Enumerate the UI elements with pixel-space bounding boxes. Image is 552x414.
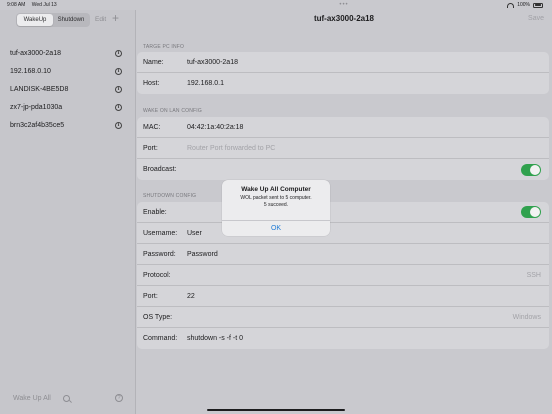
sidebar: WakeUp Shutdown Edit + tuf-ax3000-2a18 i… — [0, 10, 136, 414]
host-name: 192.168.0.10 — [10, 67, 51, 75]
broadcast-label: Broadcast: — [143, 166, 177, 173]
wol-group: MAC: 04:42:1a:40:2a:18 Port: Router Port… — [137, 117, 549, 180]
command-label: Command: — [143, 335, 178, 342]
alert-message: WOL packet sent to 5 computer. 5 succeed… — [222, 195, 330, 209]
host-name: zx7-jp-pda1030a — [10, 103, 63, 111]
mac-field[interactable]: 04:42:1a:40:2a:18 — [187, 124, 243, 131]
shutdown-port-field[interactable]: 22 — [187, 293, 195, 300]
status-date: Wed Jul 13 — [31, 2, 57, 8]
mac-row[interactable]: MAC: 04:42:1a:40:2a:18 — [137, 117, 549, 138]
wol-port-row[interactable]: Port: Router Port forwarded to PC — [137, 138, 549, 159]
home-indicator[interactable] — [207, 408, 345, 411]
password-field[interactable]: Password — [187, 251, 218, 258]
segment-wakeup[interactable]: WakeUp — [17, 14, 53, 26]
mac-label: MAC: — [143, 123, 161, 131]
password-row[interactable]: Password: Password — [137, 244, 549, 265]
shutdown-port-label: Port: — [143, 292, 158, 300]
section-header-shutdown: SHUTDOWN CONFIG — [143, 193, 197, 199]
password-label: Password: — [143, 250, 176, 258]
save-button[interactable]: Save — [528, 15, 544, 22]
username-row[interactable]: Username: User — [137, 223, 549, 244]
section-header-target: TARGE PC INFO — [143, 44, 185, 50]
target-group: Name: tuf-ax3000-2a18 Host: 192.168.0.1 — [137, 52, 549, 94]
username-label: Username: — [143, 229, 178, 237]
list-item[interactable]: tuf-ax3000-2a18 i — [0, 44, 135, 62]
wake-up-all-button[interactable]: Wake Up All — [13, 395, 51, 402]
os-type-value[interactable]: Windows — [513, 314, 541, 321]
host-name: LANDISK-4BE5D8 — [10, 85, 69, 93]
command-field[interactable]: shutdown -s -f -t 0 — [187, 335, 243, 342]
help-icon[interactable]: ? — [115, 394, 123, 402]
info-icon[interactable]: i — [115, 67, 122, 75]
alert-message-line-2: 5 succeed. — [263, 202, 289, 208]
broadcast-toggle[interactable] — [521, 163, 541, 176]
enable-label: Enable: — [143, 208, 167, 216]
search-icon[interactable] — [62, 394, 70, 402]
wol-port-label: Port: — [143, 144, 158, 152]
name-row[interactable]: Name: tuf-ax3000-2a18 — [137, 52, 549, 73]
host-name: brn3c2af4b35ce5 — [10, 121, 65, 129]
sidebar-footer: Wake Up All ? — [13, 394, 123, 402]
host-name: tuf-ax3000-2a18 — [10, 49, 61, 57]
host-row[interactable]: Host: 192.168.0.1 — [137, 73, 549, 94]
os-type-row[interactable]: OS Type: Windows — [137, 307, 549, 328]
host-list: tuf-ax3000-2a18 i 192.168.0.10 i LANDISK… — [0, 44, 135, 134]
info-icon[interactable]: i — [115, 103, 122, 111]
status-time: 9:08 AM — [7, 2, 26, 8]
status-left: 9:08 AM Wed Jul 13 — [7, 2, 62, 8]
os-type-label: OS Type: — [143, 313, 173, 321]
info-icon[interactable]: i — [115, 49, 122, 57]
shutdown-group: Enable: Username: User Password: Passwor… — [137, 202, 549, 349]
host-field[interactable]: 192.168.0.1 — [187, 80, 224, 87]
page-title: tuf-ax3000-2a18 — [313, 14, 375, 23]
protocol-label: Protocol: — [143, 271, 171, 279]
shutdown-port-row[interactable]: Port: 22 — [137, 286, 549, 307]
enable-row: Enable: — [137, 202, 549, 223]
list-item[interactable]: 192.168.0.10 i — [0, 62, 135, 80]
edit-button[interactable]: Edit — [95, 16, 106, 23]
multitask-dots-icon[interactable]: ••• — [136, 2, 552, 8]
protocol-row[interactable]: Protocol: SSH — [137, 265, 549, 286]
protocol-value[interactable]: SSH — [527, 272, 541, 279]
enable-toggle[interactable] — [521, 206, 541, 218]
add-icon[interactable]: + — [112, 12, 119, 24]
wol-port-field[interactable]: Router Port forwarded to PC — [187, 145, 275, 152]
list-item[interactable]: brn3c2af4b35ce5 i — [0, 116, 135, 134]
command-row[interactable]: Command: shutdown -s -f -t 0 — [137, 328, 549, 349]
host-label: Host: — [143, 80, 160, 87]
info-icon[interactable]: i — [115, 85, 122, 93]
section-header-wol: WAKE ON LAN CONFIG — [143, 108, 202, 114]
broadcast-row: Broadcast: — [137, 159, 549, 180]
mode-segmented-control[interactable]: WakeUp Shutdown — [16, 13, 90, 27]
info-icon[interactable]: i — [115, 121, 122, 129]
segment-shutdown[interactable]: Shutdown — [53, 14, 89, 26]
ok-button[interactable]: OK — [222, 220, 330, 236]
alert-dialog: Wake Up All Computer WOL packet sent to … — [222, 180, 330, 236]
detail-pane: tuf-ax3000-2a18 Save TARGE PC INFO Name:… — [136, 10, 552, 414]
alert-title: Wake Up All Computer — [241, 186, 311, 193]
alert-message-line-1: WOL packet sent to 5 computer. — [240, 195, 312, 201]
list-item[interactable]: LANDISK-4BE5D8 i — [0, 80, 135, 98]
username-field[interactable]: User — [187, 230, 202, 237]
name-field[interactable]: tuf-ax3000-2a18 — [187, 59, 238, 66]
name-label: Name: — [143, 58, 164, 66]
list-item[interactable]: zx7-jp-pda1030a i — [0, 98, 135, 116]
